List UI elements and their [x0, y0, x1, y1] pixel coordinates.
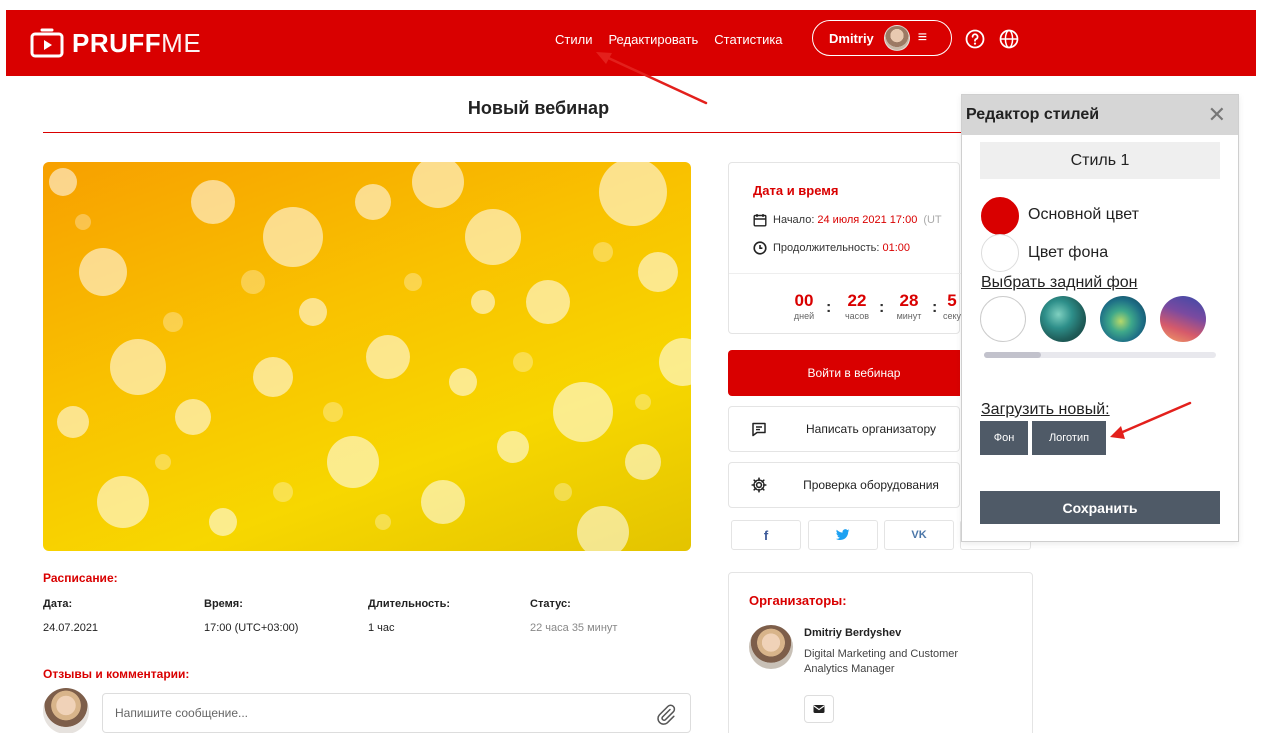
schedule-status-header: Статус:: [530, 598, 571, 610]
schedule-title: Расписание:: [43, 571, 118, 585]
page: PRUFFME Стили Редактировать Статистика D…: [0, 0, 1263, 733]
avatar: [883, 25, 910, 51]
start-value: 24 июля 2021 17:00: [817, 214, 918, 226]
countdown-colon: :: [826, 299, 832, 316]
vk-icon: VK: [911, 529, 927, 541]
background-scrollbar[interactable]: [984, 352, 1216, 358]
share-vk-button[interactable]: VK: [884, 520, 954, 550]
date-time-title: Дата и время: [753, 183, 839, 198]
nav-styles[interactable]: Стили: [555, 31, 592, 49]
organizer-name[interactable]: Dmitriy Berdyshev: [804, 627, 901, 639]
countdown-colon: :: [879, 299, 885, 316]
facebook-icon: f: [763, 527, 769, 543]
gear-icon: [751, 477, 767, 493]
avatar: [749, 625, 793, 669]
top-header: PRUFFME Стили Редактировать Статистика D…: [6, 10, 1256, 76]
bokeh-background: [49, 162, 691, 551]
start-timezone: (UT: [923, 214, 942, 226]
user-name: Dmitriy: [829, 30, 874, 46]
schedule-duration-header: Длительность:: [368, 598, 450, 610]
choose-background-link[interactable]: Выбрать задний фон: [981, 274, 1138, 292]
organizer-role: Digital Marketing and Customer Analytics…: [804, 648, 959, 675]
background-option-white[interactable]: [980, 296, 1026, 342]
main-color-label: Основной цвет: [1028, 206, 1139, 223]
logo-text: PRUFFME: [72, 27, 202, 58]
upload-logo-button[interactable]: Логотип: [1032, 421, 1106, 455]
countdown-days: 00 дней: [793, 291, 815, 321]
schedule-status-value: 22 часа 35 минут: [530, 622, 618, 634]
comment-placeholder: Напишите сообщение...: [115, 706, 249, 720]
question-circle-icon[interactable]: [965, 29, 985, 49]
share-twitter-button[interactable]: [808, 520, 878, 550]
bg-color-label: Цвет фона: [1028, 244, 1109, 261]
comments-title: Отзывы и комментарии:: [43, 667, 190, 681]
start-label: Начало:: [773, 214, 815, 226]
schedule-duration-value: 1 час: [368, 622, 395, 634]
style-editor-header: Редактор стилей: [962, 95, 1238, 135]
divider: [729, 273, 961, 274]
logo[interactable]: PRUFFME: [30, 26, 201, 60]
style-editor-title: Редактор стилей: [966, 106, 1100, 123]
countdown-minutes: 28 минут: [896, 291, 922, 321]
countdown-hours: 22 часов: [844, 291, 870, 321]
schedule-date-value: 24.07.2021: [43, 622, 99, 634]
organizers-title: Организаторы:: [749, 593, 847, 608]
schedule-time-header: Время:: [204, 598, 243, 610]
upload-new-label: Загрузить новый:: [981, 401, 1110, 418]
schedule-date-header: Дата:: [43, 598, 73, 610]
twitter-icon: [836, 529, 850, 540]
hamburger-icon: ≡: [917, 29, 928, 46]
countdown-seconds: 5 секу: [943, 291, 961, 321]
clock-icon: [753, 241, 767, 255]
write-organizer-label: Написать организатору: [806, 422, 936, 436]
organizers-card: Организаторы: Dmitriy Berdyshev Digital …: [728, 572, 1033, 733]
chat-icon: [752, 422, 766, 437]
envelope-icon: [813, 705, 825, 713]
style-selector[interactable]: Стиль 1: [980, 142, 1220, 179]
nav-edit[interactable]: Редактировать: [608, 31, 698, 49]
paperclip-icon[interactable]: [654, 703, 676, 725]
start-line: Начало: 24 июля 2021 17:00 (UT: [753, 213, 942, 227]
page-title: Новый вебинар: [467, 98, 610, 118]
nav-statistics[interactable]: Статистика: [714, 31, 782, 49]
email-organizer-button[interactable]: [804, 695, 834, 723]
date-time-card: Дата и время Начало: 24 июля 2021 17:00 …: [728, 162, 961, 334]
write-organizer-button[interactable]: Написать организатору: [728, 406, 960, 452]
countdown-colon: :: [932, 299, 938, 316]
main-color-swatch[interactable]: [981, 197, 1019, 235]
upload-background-button[interactable]: Фон: [980, 421, 1028, 455]
save-button[interactable]: Сохранить: [980, 491, 1220, 524]
duration-line: Продолжительность: 01:00: [753, 241, 910, 255]
logo-play-icon: [30, 28, 64, 58]
globe-icon[interactable]: [999, 29, 1019, 49]
background-option-teal-blur[interactable]: [1100, 296, 1146, 342]
title-divider: [43, 132, 1073, 133]
scrollbar-thumb[interactable]: [984, 352, 1041, 358]
calendar-icon: [753, 214, 767, 227]
user-menu-button[interactable]: Dmitriy ≡: [812, 20, 952, 56]
check-equipment-label: Проверка оборудования: [803, 478, 939, 492]
share-facebook-button[interactable]: f: [731, 520, 801, 550]
comment-input[interactable]: Напишите сообщение...: [102, 693, 691, 733]
background-option-purple-orange[interactable]: [1160, 296, 1206, 342]
bg-color-swatch[interactable]: [981, 234, 1019, 272]
duration-value: 01:00: [882, 242, 910, 254]
check-equipment-button[interactable]: Проверка оборудования: [728, 462, 960, 508]
background-option-teal-forest[interactable]: [1040, 296, 1086, 342]
duration-label: Продолжительность:: [773, 242, 880, 254]
schedule-time-value: 17:00 (UTC+03:00): [204, 622, 299, 634]
enter-webinar-button[interactable]: Войти в вебинар: [728, 350, 960, 396]
top-nav: Стили Редактировать Статистика: [555, 31, 783, 49]
avatar: [43, 688, 89, 733]
webinar-cover-image: [43, 162, 691, 551]
close-icon[interactable]: ✕: [1208, 104, 1226, 126]
style-editor-panel: Редактор стилей ✕ Стиль 1 Основной цвет …: [961, 94, 1239, 542]
